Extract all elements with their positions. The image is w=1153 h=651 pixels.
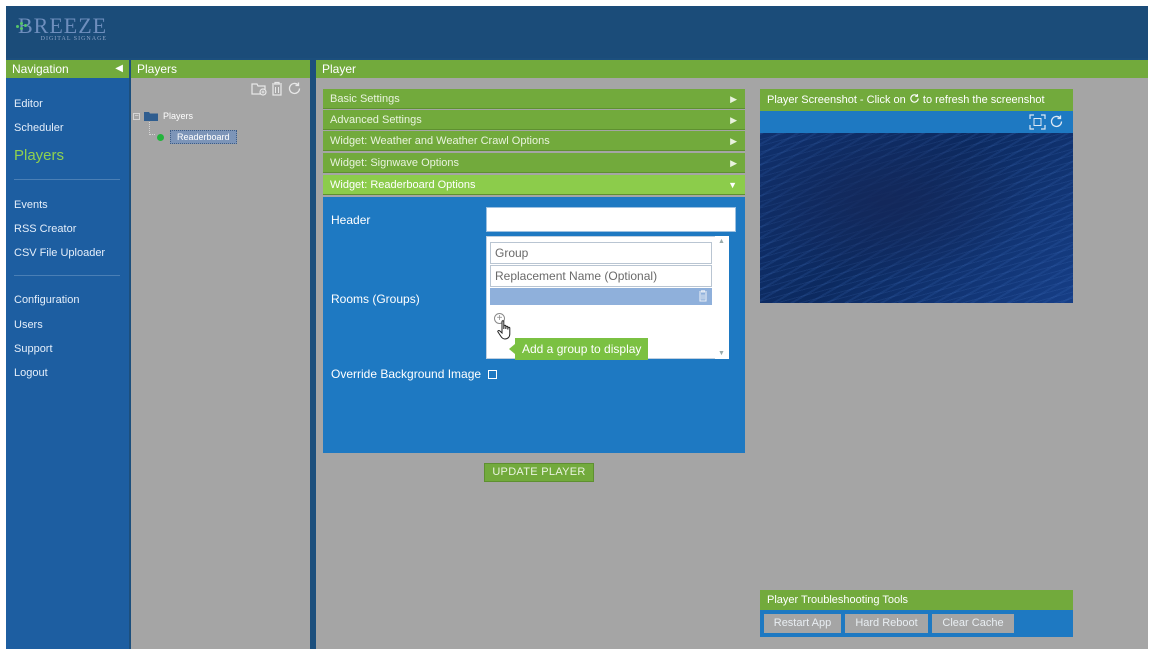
section-readerboard-widget[interactable]: Widget: Readerboard Options ▼: [323, 175, 745, 195]
player-screenshot-image: [760, 133, 1073, 303]
refresh-icon[interactable]: [287, 81, 302, 96]
rooms-scrollbar[interactable]: ▲ ▼: [715, 236, 729, 359]
app-frame: BREEZE DIGITAL SIGNAGE Navigation ◀ Edit…: [6, 6, 1148, 649]
logo-brand: BREEZE: [18, 13, 108, 38]
rooms-label: Rooms (Groups): [331, 292, 420, 306]
trash-icon[interactable]: [270, 81, 284, 96]
collapse-down-icon: ▼: [728, 180, 737, 190]
section-label: Widget: Readerboard Options: [330, 179, 476, 191]
nav-item-users[interactable]: Users: [14, 319, 43, 331]
hard-reboot-button[interactable]: Hard Reboot: [845, 614, 928, 633]
section-label: Widget: Signwave Options: [330, 157, 460, 169]
troubleshooting-toolbar: Restart App Hard Reboot Clear Cache: [760, 610, 1073, 637]
nav-item-rss-creator[interactable]: RSS Creator: [14, 223, 76, 235]
refresh-icon: [910, 94, 919, 103]
tree-node-readerboard[interactable]: Readerboard: [157, 130, 237, 144]
folder-icon: [144, 112, 158, 121]
add-group-tooltip: Add a group to display: [508, 338, 649, 360]
section-label: Advanced Settings: [330, 114, 422, 126]
collapse-minus-icon[interactable]: −: [133, 112, 140, 120]
nav-item-configuration[interactable]: Configuration: [14, 294, 79, 306]
tree-child-label: Readerboard: [170, 130, 237, 144]
nav-item-scheduler[interactable]: Scheduler: [14, 122, 64, 134]
screenshot-header: Player Screenshot - Click on to refresh …: [760, 89, 1073, 111]
tree-root-label: Players: [163, 111, 194, 121]
override-background-label: Override Background Image: [331, 367, 482, 381]
expand-right-icon: ▶: [730, 94, 737, 104]
nav-item-support[interactable]: Support: [14, 343, 53, 355]
players-panel: Players − Players Readerboard: [131, 60, 310, 649]
players-toolbar: [251, 81, 302, 96]
screenshot-title-prefix: Player Screenshot - Click on: [767, 94, 906, 106]
players-header: Players: [131, 60, 310, 78]
nav-divider: [14, 179, 120, 180]
section-label: Widget: Weather and Weather Crawl Option…: [330, 135, 550, 147]
section-basic-settings[interactable]: Basic Settings ▶: [323, 89, 745, 109]
scroll-down-icon[interactable]: ▼: [718, 350, 725, 357]
readerboard-form: Header Rooms (Groups) Group Replacement …: [323, 197, 745, 453]
expand-right-icon: ▶: [730, 158, 737, 168]
nav-item-logout[interactable]: Logout: [14, 367, 48, 379]
replacement-name-input[interactable]: Replacement Name (Optional): [490, 265, 712, 287]
nav-item-players[interactable]: Players: [14, 147, 64, 164]
logo-dots-icon: [16, 21, 28, 31]
nav-divider: [14, 275, 120, 276]
section-weather-widget[interactable]: Widget: Weather and Weather Crawl Option…: [323, 131, 745, 151]
nav-item-events[interactable]: Events: [14, 199, 48, 211]
screenshot-toolbar: [760, 111, 1073, 133]
collapse-left-icon[interactable]: ◀: [115, 60, 123, 78]
restart-app-button[interactable]: Restart App: [764, 614, 841, 633]
trash-icon[interactable]: [698, 290, 708, 302]
player-panel: Player Basic Settings ▶ Advanced Setting…: [316, 60, 1148, 649]
update-player-button[interactable]: UPDATE PLAYER: [484, 463, 594, 482]
group-input[interactable]: Group: [490, 242, 712, 264]
section-advanced-settings[interactable]: Advanced Settings ▶: [323, 110, 745, 130]
refresh-icon[interactable]: [1049, 114, 1064, 129]
navigation-header: Navigation ◀: [6, 60, 129, 78]
navigation-panel: Navigation ◀ Editor Scheduler Players Ev…: [6, 60, 129, 649]
online-status-icon: [157, 133, 164, 141]
tree-connector: [149, 122, 155, 135]
section-label: Basic Settings: [330, 93, 400, 105]
screenshot-title-suffix: to refresh the screenshot: [922, 94, 1045, 106]
header-label: Header: [331, 213, 371, 227]
nav-item-editor[interactable]: Editor: [14, 98, 43, 110]
nav-item-csv-uploader[interactable]: CSV File Uploader: [14, 247, 105, 259]
top-bar: BREEZE DIGITAL SIGNAGE: [6, 6, 1148, 58]
expand-right-icon: ▶: [730, 136, 737, 146]
room-row[interactable]: [490, 288, 712, 305]
scroll-up-icon[interactable]: ▲: [718, 238, 725, 245]
expand-right-icon: ▶: [730, 115, 737, 125]
player-header: Player: [316, 60, 1148, 78]
fullscreen-icon[interactable]: [1029, 114, 1046, 130]
header-input[interactable]: [486, 207, 736, 232]
hand-cursor-icon: [497, 320, 511, 340]
override-background-checkbox[interactable]: [488, 370, 497, 379]
troubleshooting-header: Player Troubleshooting Tools: [760, 590, 1073, 610]
tree-node-players[interactable]: − Players: [133, 111, 193, 121]
logo-tagline: DIGITAL SIGNAGE: [40, 36, 108, 42]
navigation-title: Navigation: [12, 62, 69, 76]
breeze-logo[interactable]: BREEZE DIGITAL SIGNAGE: [16, 13, 108, 43]
rooms-list[interactable]: Group Replacement Name (Optional) + Add …: [486, 236, 729, 360]
add-folder-icon[interactable]: [251, 81, 267, 96]
section-signwave-widget[interactable]: Widget: Signwave Options ▶: [323, 153, 745, 173]
clear-cache-button[interactable]: Clear Cache: [932, 614, 1014, 633]
